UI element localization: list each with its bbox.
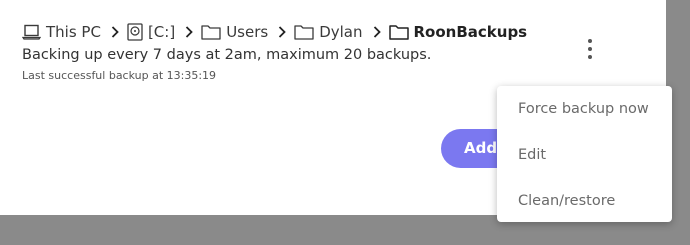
breadcrumb-label: Users <box>226 23 269 41</box>
breadcrumb: This PC [C:] Users Dylan RoonBackups <box>22 20 527 44</box>
disk-icon <box>127 23 143 41</box>
breadcrumb-item-drive-c: [C:] <box>127 20 175 44</box>
laptop-icon <box>22 24 41 40</box>
chevron-right-icon <box>185 26 193 38</box>
menu-item-edit[interactable]: Edit <box>518 146 546 164</box>
breadcrumb-item-this-pc: This PC <box>22 20 101 44</box>
folder-icon <box>388 24 409 40</box>
menu-item-force-backup[interactable]: Force backup now <box>518 100 649 118</box>
last-backup-text: Last successful backup at 13:35:19 <box>22 69 217 82</box>
chevron-right-icon <box>111 26 119 38</box>
breadcrumb-item-roonbackups: RoonBackups <box>388 20 528 44</box>
folder-icon <box>201 24 221 40</box>
breadcrumb-label: RoonBackups <box>413 23 528 41</box>
more-vertical-icon[interactable] <box>580 36 600 62</box>
breadcrumb-label: Dylan <box>319 23 363 41</box>
context-menu: Force backup now Edit Clean/restore <box>497 86 672 222</box>
folder-icon <box>294 24 314 40</box>
breadcrumb-label: [C:] <box>147 23 176 41</box>
breadcrumb-item-dylan: Dylan <box>294 20 363 44</box>
breadcrumb-label: This PC <box>46 23 101 41</box>
breadcrumb-item-users: Users <box>201 20 268 44</box>
menu-item-clean-restore[interactable]: Clean/restore <box>518 192 615 210</box>
chevron-right-icon <box>373 26 381 38</box>
backup-schedule-text: Backing up every 7 days at 2am, maximum … <box>22 47 432 63</box>
chevron-right-icon <box>278 26 286 38</box>
